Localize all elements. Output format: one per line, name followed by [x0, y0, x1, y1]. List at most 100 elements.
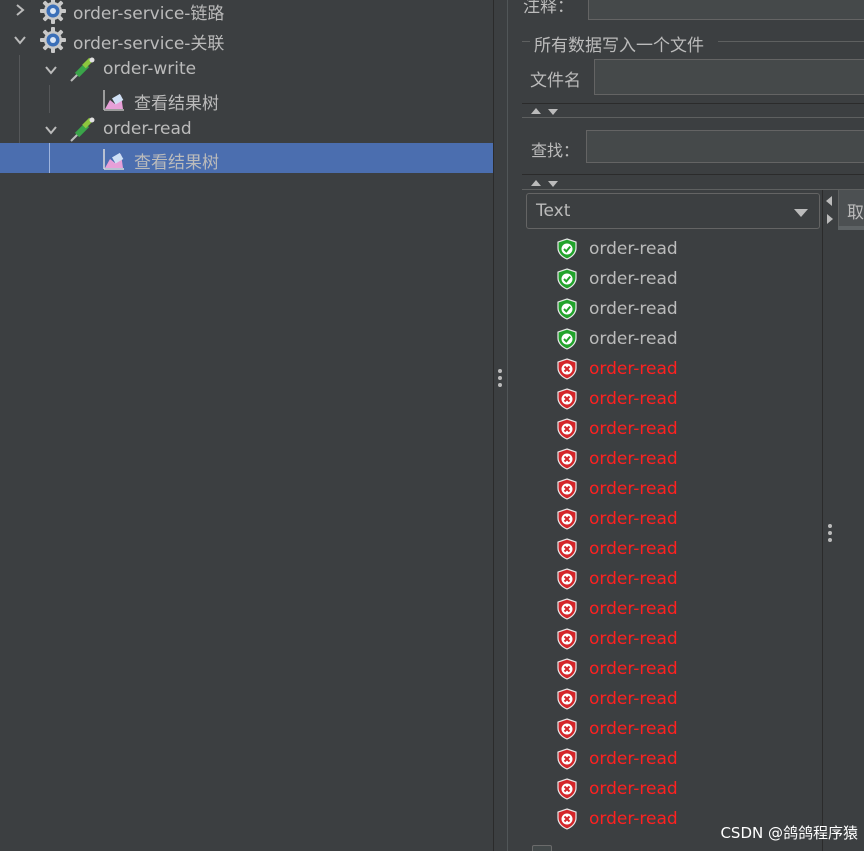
- chevron-down-icon: [794, 209, 808, 217]
- response-tab-label: 取: [847, 202, 864, 223]
- result-row-label: order-read: [589, 539, 678, 559]
- result-row-failure[interactable]: order-read: [556, 444, 678, 474]
- result-row-failure[interactable]: order-read: [556, 564, 678, 594]
- chevron-down-icon[interactable]: [12, 32, 28, 48]
- group-title: 所有数据写入一个文件: [534, 36, 704, 56]
- result-row-label: order-read: [589, 419, 678, 439]
- result-row-label: order-read: [589, 509, 678, 529]
- search-label: 查找：: [531, 141, 580, 160]
- result-row-label: order-read: [589, 599, 678, 619]
- failure-shield-icon: [556, 688, 578, 710]
- expand-right-icon[interactable]: [827, 214, 833, 224]
- tree-item-label: order-service-关联: [73, 34, 225, 54]
- tree-item-view-results-tree-selected[interactable]: 查看结果树: [0, 143, 493, 173]
- result-row-label: order-read: [589, 629, 678, 649]
- tree-item-order-service-correlation[interactable]: order-service-关联: [0, 25, 493, 55]
- filename-label: 文件名: [530, 71, 581, 91]
- failure-shield-icon: [556, 538, 578, 560]
- success-shield-icon: [556, 328, 578, 350]
- result-row-failure[interactable]: order-read: [556, 534, 678, 564]
- chevron-right-icon[interactable]: [12, 2, 28, 18]
- result-row-label: order-read: [589, 719, 678, 739]
- tree-item-label: order-write: [103, 59, 197, 79]
- failure-shield-icon: [556, 808, 578, 830]
- tree-item-view-results-tree[interactable]: 查看结果树: [0, 85, 493, 115]
- tree-item-order-service-chain[interactable]: order-service-链路: [0, 0, 493, 25]
- result-row-success[interactable]: order-read: [556, 234, 678, 264]
- filename-input[interactable]: [594, 59, 864, 95]
- response-tab-button[interactable]: 取: [838, 190, 864, 230]
- failure-shield-icon: [556, 778, 578, 800]
- result-row-failure[interactable]: order-read: [556, 594, 678, 624]
- results-splitter[interactable]: [822, 190, 823, 851]
- expand-down-icon[interactable]: [548, 109, 558, 115]
- result-row-failure[interactable]: order-read: [556, 744, 678, 774]
- result-row-success[interactable]: order-read: [556, 324, 678, 354]
- renderer-select[interactable]: Text: [526, 193, 820, 229]
- collapse-left-icon[interactable]: [826, 196, 832, 206]
- view-results-tree-panel: 注释： 所有数据写入一个文件 文件名 查找： Text 取 order-read…: [508, 0, 864, 851]
- result-row-success[interactable]: order-read: [556, 264, 678, 294]
- response-tab-indicator: [838, 226, 864, 230]
- failure-shield-icon: [556, 748, 578, 770]
- tree-item-label: order-service-链路: [73, 4, 225, 24]
- search-input[interactable]: [586, 130, 864, 163]
- panel-splitter[interactable]: [493, 0, 508, 851]
- result-row-label: order-read: [589, 329, 678, 349]
- result-row-failure[interactable]: order-read: [556, 684, 678, 714]
- result-row-label: order-read: [589, 659, 678, 679]
- result-row-label: order-read: [589, 479, 678, 499]
- result-row-label: order-read: [589, 239, 678, 259]
- results-splitter-grip-dot: [828, 538, 832, 542]
- failure-shield-icon: [556, 568, 578, 590]
- dropper-icon: [68, 117, 95, 142]
- chevron-down-icon[interactable]: [43, 122, 59, 138]
- result-row-label: order-read: [589, 569, 678, 589]
- result-row-label: order-read: [589, 689, 678, 709]
- results-splitter-grip-dot: [828, 531, 832, 535]
- failure-shield-icon: [556, 418, 578, 440]
- gear-icon: [40, 0, 66, 24]
- result-row-failure[interactable]: order-read: [556, 774, 678, 804]
- chevron-down-icon[interactable]: [43, 62, 59, 78]
- comment-input[interactable]: [588, 0, 864, 20]
- result-row-failure[interactable]: order-read: [556, 654, 678, 684]
- result-row-failure[interactable]: order-read: [556, 504, 678, 534]
- test-plan-tree: order-service-链路 order-service-关联 order-…: [0, 0, 493, 851]
- result-row-label: order-read: [589, 389, 678, 409]
- scroll-checkbox[interactable]: [532, 845, 552, 851]
- tree-item-order-write[interactable]: order-write: [0, 55, 493, 85]
- splitter-grip-dot: [498, 369, 502, 373]
- result-tree-icon: [102, 88, 126, 112]
- tree-item-label: 查看结果树: [134, 153, 219, 173]
- collapse-up-icon[interactable]: [531, 108, 541, 114]
- result-row-failure[interactable]: order-read: [556, 414, 678, 444]
- result-row-label: order-read: [589, 269, 678, 289]
- comment-label: 注释：: [523, 0, 574, 17]
- splitter-grip-dot: [498, 383, 502, 387]
- failure-shield-icon: [556, 658, 578, 680]
- result-row-failure[interactable]: order-read: [556, 354, 678, 384]
- tree-item-order-read[interactable]: order-read: [0, 115, 493, 145]
- failure-shield-icon: [556, 388, 578, 410]
- section-separator: [522, 189, 864, 190]
- result-row-label: order-read: [589, 299, 678, 319]
- result-row-label: order-read: [589, 359, 678, 379]
- result-row-failure[interactable]: order-read: [556, 624, 678, 654]
- section-separator: [522, 174, 864, 175]
- section-separator: [522, 117, 864, 118]
- results-splitter-grip-dot: [828, 524, 832, 528]
- failure-shield-icon: [556, 478, 578, 500]
- group-border-left: [522, 41, 530, 42]
- result-row-failure[interactable]: order-read: [556, 384, 678, 414]
- success-shield-icon: [556, 238, 578, 260]
- watermark: CSDN @鸽鸽程序猿: [720, 824, 858, 842]
- result-row-failure[interactable]: order-read: [556, 714, 678, 744]
- expand-down-icon[interactable]: [548, 181, 558, 187]
- collapse-up-icon[interactable]: [531, 180, 541, 186]
- result-row-failure[interactable]: order-read: [556, 804, 678, 834]
- result-row-success[interactable]: order-read: [556, 294, 678, 324]
- result-row-failure[interactable]: order-read: [556, 474, 678, 504]
- result-row-label: order-read: [589, 779, 678, 799]
- gear-icon: [40, 27, 66, 53]
